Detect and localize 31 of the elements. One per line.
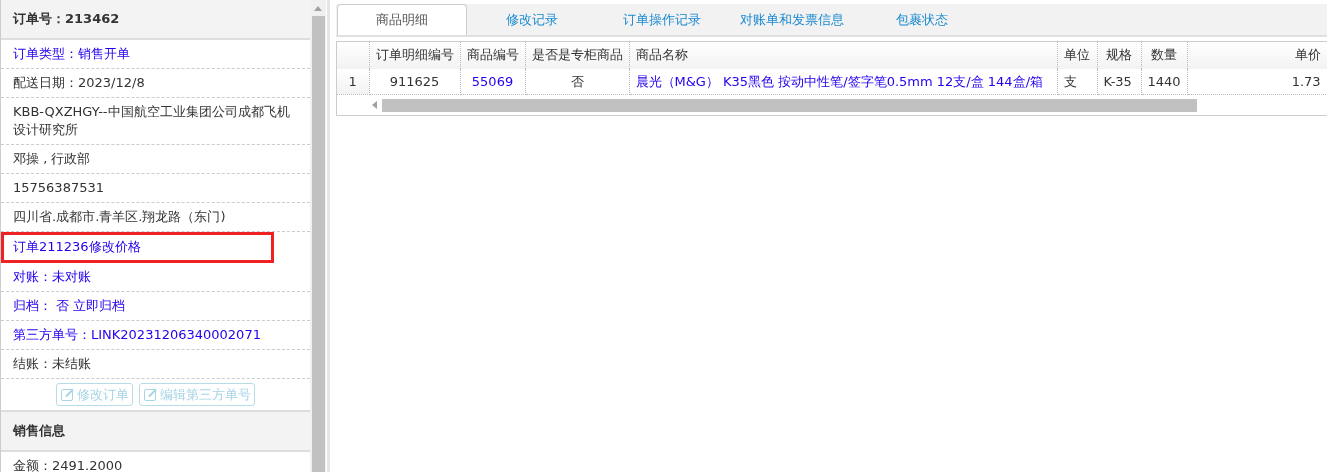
panel-title: 订单号：213462 (1, 0, 310, 40)
panel-title: 销售信息 (1, 412, 310, 452)
tab[interactable]: 订单操作记录 (597, 4, 727, 35)
scroll-left-icon[interactable] (370, 100, 380, 110)
table-cell: 911625 (369, 68, 460, 95)
column-header: 订单明细编号 (369, 41, 460, 69)
tab[interactable]: 修改记录 (467, 4, 597, 35)
edit-icon (60, 386, 75, 402)
column-header: 商品名称 (629, 41, 1057, 69)
column-header: 单位 (1057, 41, 1097, 69)
info-text: 金额：2491.2000 (13, 457, 123, 472)
tab[interactable]: 包裹状态 (857, 4, 987, 35)
table-cell: K-35 (1097, 68, 1141, 95)
vertical-scrollbar[interactable] (310, 0, 326, 472)
column-header: 单价 (1187, 41, 1327, 69)
table-cell: 支 (1057, 68, 1097, 95)
row-number: 1 (337, 68, 369, 95)
scroll-up-icon[interactable] (313, 4, 323, 12)
tab[interactable]: 商品明细 (337, 4, 467, 35)
table-cell: 否 (525, 68, 629, 95)
tab[interactable]: 对账单和发票信息 (727, 4, 857, 35)
table-link[interactable]: 晨光（M&G） K35黑色 按动中性笔/签字笔0.5mm 12支/盒 144盒/箱 (629, 68, 1057, 95)
edit-icon (143, 386, 158, 402)
info-link[interactable]: 订单211236修改价格 (1, 231, 274, 263)
column-header: 规格 (1097, 41, 1141, 69)
table-link[interactable]: 55069 (460, 68, 525, 95)
column-header: 是否是专柜商品 (525, 41, 629, 69)
column-header: 数量 (1141, 41, 1188, 69)
column-header: 商品编号 (460, 41, 525, 69)
table-cell: 1.73 (1187, 68, 1327, 95)
table-cell: 1440 (1141, 68, 1188, 95)
